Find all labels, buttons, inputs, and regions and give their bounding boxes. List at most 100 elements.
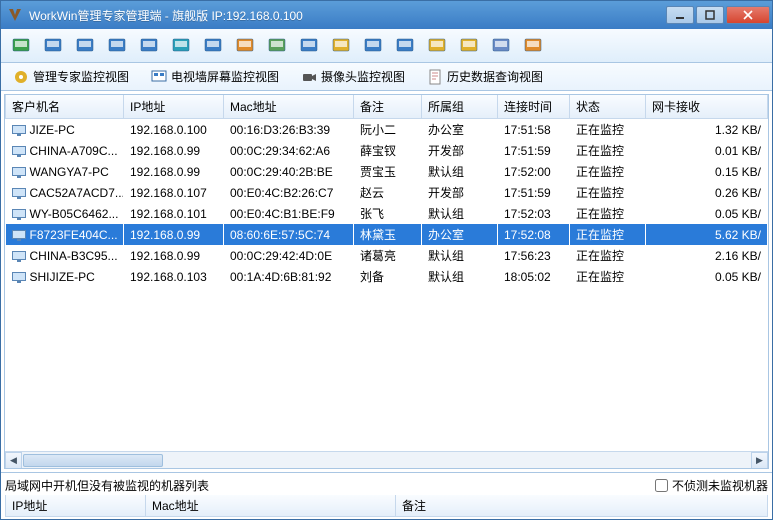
tool-11[interactable] bbox=[327, 33, 355, 59]
unmonitored-table: IP地址 Mac地址 备注 bbox=[5, 495, 768, 517]
table-row[interactable]: SHIJIZE-PC192.168.0.10300:1A:4D:6B:81:92… bbox=[6, 266, 768, 287]
tool-12[interactable] bbox=[359, 33, 387, 59]
cell-status: 正在监控 bbox=[570, 119, 646, 141]
cell-remark: 张飞 bbox=[354, 203, 422, 224]
col-hostname[interactable]: 客户机名 bbox=[6, 95, 124, 119]
scroll-left-button[interactable]: ◀ bbox=[5, 452, 22, 469]
toolbar bbox=[1, 29, 772, 63]
scroll-thumb[interactable] bbox=[23, 454, 163, 467]
no-detect-checkbox-input[interactable] bbox=[655, 479, 668, 492]
tool-17[interactable] bbox=[519, 33, 547, 59]
cell-time: 17:52:00 bbox=[498, 161, 570, 182]
tool-11-icon bbox=[331, 36, 351, 56]
tool-8-icon bbox=[235, 36, 255, 56]
cell-ip: 192.168.0.99 bbox=[124, 224, 224, 245]
minimize-button[interactable] bbox=[666, 6, 694, 24]
cell-group: 办公室 bbox=[422, 224, 498, 245]
bottom-title: 局域网中开机但没有被监视的机器列表 bbox=[5, 477, 655, 494]
cell-remark: 阮小二 bbox=[354, 119, 422, 141]
tab-camera-view[interactable]: 摄像头监控视图 bbox=[295, 66, 411, 87]
cell-net: 0.15 KB/ bbox=[646, 161, 768, 182]
col-remark[interactable]: 备注 bbox=[354, 95, 422, 119]
table-row[interactable]: CHINA-A709C...192.168.0.9900:0C:29:34:62… bbox=[6, 140, 768, 161]
cell-group: 默认组 bbox=[422, 266, 498, 287]
cell-remark: 贾宝玉 bbox=[354, 161, 422, 182]
cell-ip: 192.168.0.99 bbox=[124, 140, 224, 161]
bcol-remark[interactable]: 备注 bbox=[396, 495, 768, 517]
cell-mac: 00:0C:29:34:62:A6 bbox=[224, 140, 354, 161]
cell-status: 正在监控 bbox=[570, 161, 646, 182]
window-frame: WorkWin管理专家管理端 - 旗舰版 IP:192.168.0.100 管理… bbox=[0, 0, 773, 520]
cell-mac: 00:E0:4C:B2:26:C7 bbox=[224, 182, 354, 203]
bcol-ip[interactable]: IP地址 bbox=[6, 495, 146, 517]
table-row[interactable]: WY-B05C6462...192.168.0.10100:E0:4C:B1:B… bbox=[6, 203, 768, 224]
table-row[interactable]: CAC52A7ACD7...192.168.0.10700:E0:4C:B2:2… bbox=[6, 182, 768, 203]
tool-7[interactable] bbox=[199, 33, 227, 59]
cell-time: 17:51:59 bbox=[498, 182, 570, 203]
cell-hostname: JIZE-PC bbox=[6, 119, 124, 141]
table-row[interactable]: WANGYA7-PC192.168.0.9900:0C:29:40:2B:BE贾… bbox=[6, 161, 768, 182]
tool-9-icon bbox=[267, 36, 287, 56]
tab-history-view[interactable]: 历史数据查询视图 bbox=[421, 66, 549, 87]
scroll-right-button[interactable]: ▶ bbox=[751, 452, 768, 469]
tool-4-icon bbox=[107, 36, 127, 56]
tab-monitor-view[interactable]: 管理专家监控视图 bbox=[7, 66, 135, 87]
cell-remark: 诸葛亮 bbox=[354, 245, 422, 266]
monitor-row-icon bbox=[12, 125, 26, 136]
tab-tvwall-view[interactable]: 电视墙屏幕监控视图 bbox=[145, 66, 285, 87]
cell-ip: 192.168.0.99 bbox=[124, 161, 224, 182]
close-button[interactable] bbox=[726, 6, 770, 24]
col-ip[interactable]: IP地址 bbox=[124, 95, 224, 119]
cell-remark: 赵云 bbox=[354, 182, 422, 203]
col-mac[interactable]: Mac地址 bbox=[224, 95, 354, 119]
monitor-row-icon bbox=[12, 209, 26, 220]
cell-status: 正在监控 bbox=[570, 182, 646, 203]
tool-16[interactable] bbox=[487, 33, 515, 59]
col-group[interactable]: 所属组 bbox=[422, 95, 498, 119]
cell-net: 1.32 KB/ bbox=[646, 119, 768, 141]
cell-remark: 刘备 bbox=[354, 266, 422, 287]
maximize-button[interactable] bbox=[696, 6, 724, 24]
cell-mac: 00:1A:4D:6B:81:92 bbox=[224, 266, 354, 287]
tab-label: 管理专家监控视图 bbox=[33, 68, 129, 85]
cell-hostname: CHINA-B3C95... bbox=[6, 245, 124, 266]
tool-4[interactable] bbox=[103, 33, 131, 59]
tool-15[interactable] bbox=[455, 33, 483, 59]
cell-time: 17:52:08 bbox=[498, 224, 570, 245]
bcol-mac[interactable]: Mac地址 bbox=[146, 495, 396, 517]
horizontal-scrollbar[interactable]: ◀ ▶ bbox=[5, 451, 768, 468]
no-detect-label: 不侦测未监视机器 bbox=[672, 477, 768, 494]
cell-status: 正在监控 bbox=[570, 203, 646, 224]
tool-10-icon bbox=[299, 36, 319, 56]
tool-6[interactable] bbox=[167, 33, 195, 59]
col-status[interactable]: 状态 bbox=[570, 95, 646, 119]
table-row[interactable]: CHINA-B3C95...192.168.0.9900:0C:29:42:4D… bbox=[6, 245, 768, 266]
col-time[interactable]: 连接时间 bbox=[498, 95, 570, 119]
col-net[interactable]: 网卡接收 bbox=[646, 95, 768, 119]
titlebar[interactable]: WorkWin管理专家管理端 - 旗舰版 IP:192.168.0.100 bbox=[1, 1, 772, 29]
cell-group: 默认组 bbox=[422, 245, 498, 266]
tool-14[interactable] bbox=[423, 33, 451, 59]
cell-mac: 00:E0:4C:B1:BE:F9 bbox=[224, 203, 354, 224]
cell-group: 办公室 bbox=[422, 119, 498, 141]
tool-16-icon bbox=[491, 36, 511, 56]
tool-5[interactable] bbox=[135, 33, 163, 59]
table-row[interactable]: JIZE-PC192.168.0.10000:16:D3:26:B3:39阮小二… bbox=[6, 119, 768, 141]
tvwall-icon bbox=[151, 69, 167, 85]
tool-15-icon bbox=[459, 36, 479, 56]
tool-1[interactable] bbox=[7, 33, 35, 59]
cell-group: 默认组 bbox=[422, 161, 498, 182]
tool-13[interactable] bbox=[391, 33, 419, 59]
no-detect-checkbox[interactable]: 不侦测未监视机器 bbox=[655, 477, 768, 494]
tool-9[interactable] bbox=[263, 33, 291, 59]
tool-2[interactable] bbox=[39, 33, 67, 59]
tool-10[interactable] bbox=[295, 33, 323, 59]
tool-3[interactable] bbox=[71, 33, 99, 59]
tool-6-icon bbox=[171, 36, 191, 56]
cell-ip: 192.168.0.100 bbox=[124, 119, 224, 141]
tool-8[interactable] bbox=[231, 33, 259, 59]
cell-hostname: CAC52A7ACD7... bbox=[6, 182, 124, 203]
cell-net: 5.62 KB/ bbox=[646, 224, 768, 245]
table-row[interactable]: F8723FE404C...192.168.0.9908:60:6E:57:5C… bbox=[6, 224, 768, 245]
cell-status: 正在监控 bbox=[570, 245, 646, 266]
